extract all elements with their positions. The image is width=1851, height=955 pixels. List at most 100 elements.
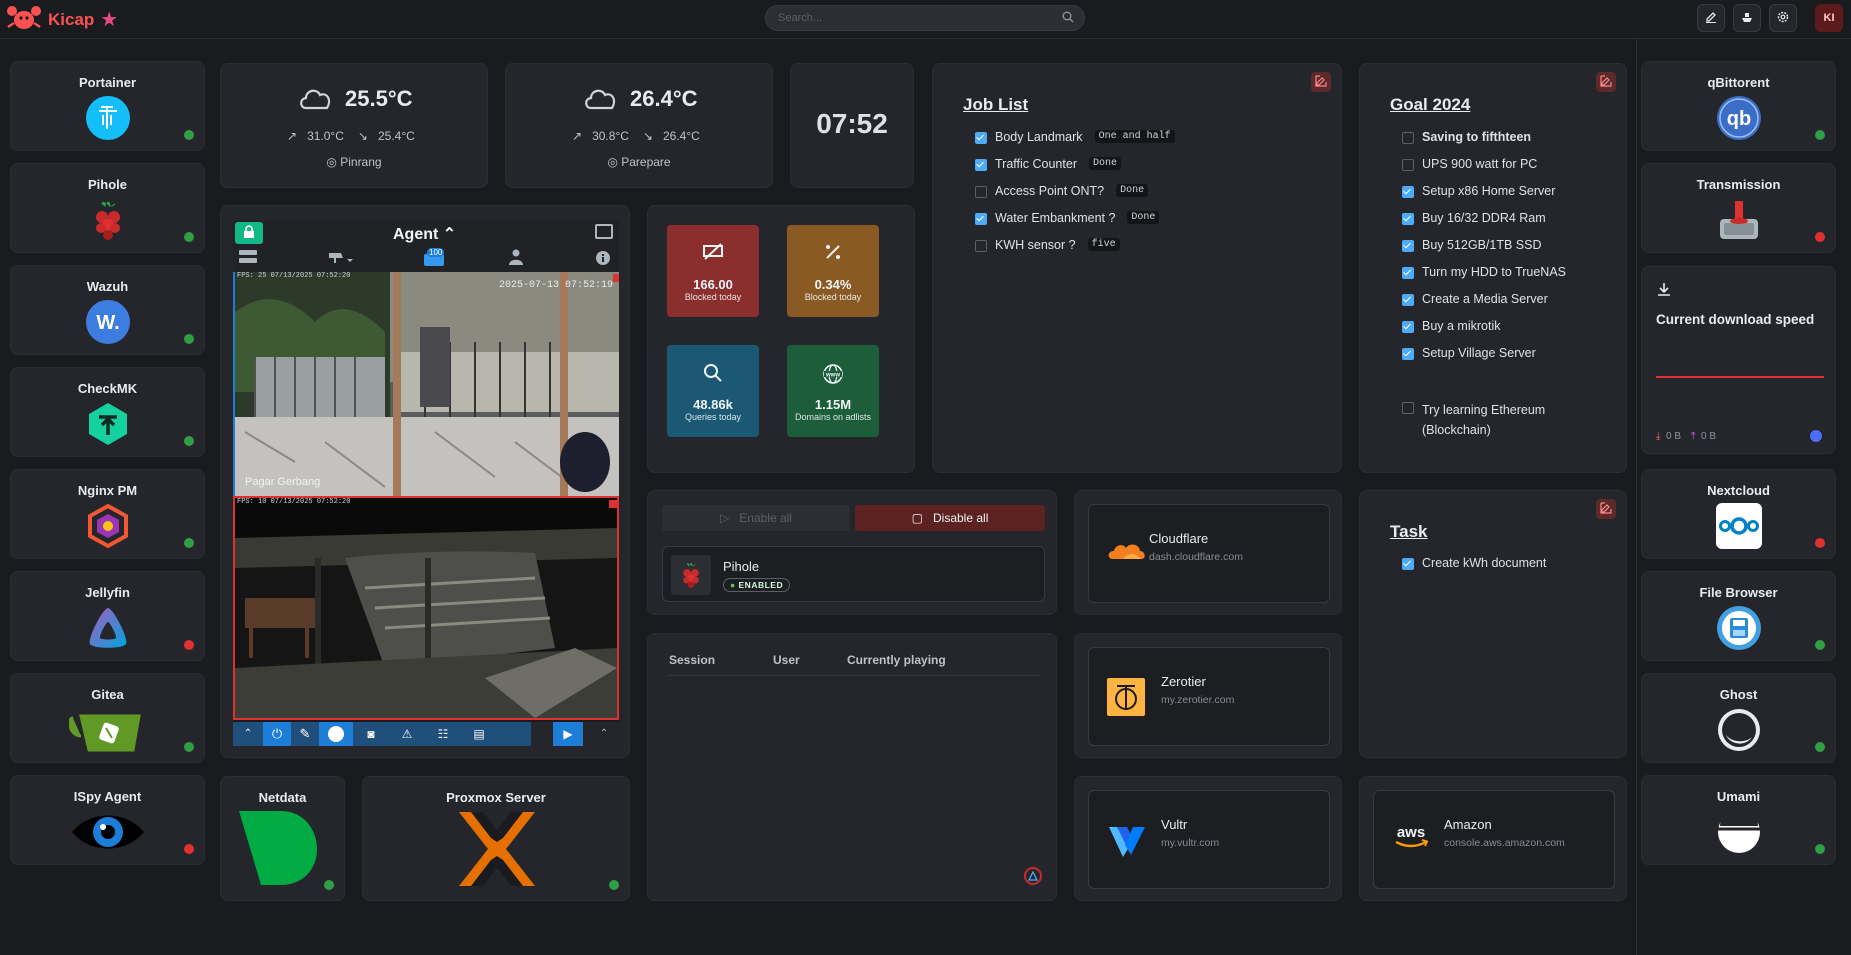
app-tile-jellyfin[interactable]: Jellyfin (10, 571, 205, 661)
todo-item[interactable]: Setup x86 Home Server (1402, 184, 1555, 198)
search-input[interactable] (776, 11, 1050, 25)
app-tile-qbittorent[interactable]: qBittorent qb (1641, 61, 1836, 151)
info-icon[interactable] (595, 250, 611, 269)
temp-low: ↘ 26.4°C (643, 129, 700, 143)
checkbox[interactable] (975, 159, 987, 171)
stat-value: 166.00 (693, 277, 733, 292)
app-tile-ispy-agent[interactable]: ISpy Agent (10, 775, 205, 865)
avatar[interactable]: KI (1815, 4, 1843, 32)
service-name: Pihole (723, 559, 760, 574)
chevron-up-icon[interactable]: ⌃ (233, 722, 263, 746)
todo-item[interactable]: Create a Media Server (1402, 292, 1548, 306)
todo-item[interactable]: Try learning Ethereum (Blockchain) (1402, 400, 1545, 440)
app-tile-transmission[interactable]: Transmission (1641, 163, 1836, 253)
settings-button[interactable] (1769, 4, 1797, 32)
todo-item[interactable]: Body Landmark One and half (975, 130, 1175, 144)
search-bar[interactable] (765, 5, 1085, 31)
raspberry-icon (84, 196, 132, 244)
agent-title-button[interactable]: Agent ⌃ (393, 224, 456, 244)
checkbox[interactable] (1402, 348, 1414, 360)
todo-item[interactable]: Buy a mikrotik (1402, 319, 1501, 333)
app-tile-checkmk[interactable]: CheckMK (10, 367, 205, 457)
snapshot-button[interactable]: ◙ (353, 722, 389, 746)
checkbox[interactable] (1402, 159, 1414, 171)
todo-item[interactable]: Water Embankment ? Done (975, 211, 1160, 225)
checkbox[interactable] (1402, 240, 1414, 252)
todo-item[interactable]: Saving to fifthteen (1402, 130, 1531, 144)
todo-item[interactable]: Turn my HDD to TrueNAS (1402, 265, 1566, 279)
checkbox[interactable] (975, 213, 987, 225)
edit-button[interactable]: ✎ (291, 722, 319, 746)
record-button[interactable] (319, 722, 353, 746)
checkbox[interactable] (1402, 321, 1414, 333)
app-tile-ghost[interactable]: Ghost (1641, 673, 1836, 763)
bookmark-amazon[interactable]: aws Amazon console.aws.amazon.com (1373, 790, 1615, 889)
todo-item[interactable]: UPS 900 watt for PC (1402, 157, 1537, 171)
todo-item[interactable]: Traffic Counter Done (975, 157, 1121, 171)
checkbox[interactable] (975, 240, 987, 252)
dns-service-row[interactable]: Pihole ● ENABLED (662, 546, 1045, 602)
todo-item[interactable]: Access Point ONT? Done (975, 184, 1149, 198)
checkbox[interactable] (1402, 558, 1414, 570)
nginx-icon (84, 502, 132, 550)
power-button[interactable]: ⏻ (263, 722, 291, 746)
bookmark-vultr[interactable]: Vultr my.vultr.com (1088, 790, 1330, 889)
city-name: Parepare (621, 155, 671, 169)
checkbox[interactable] (1402, 132, 1414, 144)
status-dot (1815, 742, 1825, 752)
app-tile-gitea[interactable]: Gitea (10, 673, 205, 763)
play-button[interactable]: ▶ (553, 722, 583, 746)
checkbox[interactable] (975, 132, 987, 144)
status-text: ENABLED (738, 580, 784, 590)
todo-item[interactable]: Buy 512GB/1TB SSD (1402, 238, 1542, 252)
app-tile-portainer[interactable]: Portainer (10, 61, 205, 151)
edit-notes-button[interactable] (1596, 72, 1616, 92)
brand[interactable]: Kicap ★ (6, 5, 118, 34)
app-tile-umami[interactable]: Umami (1641, 775, 1836, 865)
disable-all-button[interactable]: ▢ Disable all (855, 505, 1045, 531)
jellyfin-icon (84, 604, 132, 652)
todo-item[interactable]: Setup Village Server (1402, 346, 1536, 360)
todo-item[interactable]: KWH sensor ? five (975, 238, 1120, 252)
checkbox[interactable] (975, 186, 987, 198)
checkbox[interactable] (1402, 213, 1414, 225)
app-tile-netdata[interactable]: Netdata (220, 776, 345, 901)
edit-notes-button[interactable] (1311, 72, 1331, 92)
edit-mode-button[interactable] (1697, 4, 1725, 32)
alert-button[interactable]: ⚠ (389, 722, 425, 746)
todo-item[interactable]: Buy 16/32 DDR4 Ram (1402, 211, 1546, 225)
user-icon[interactable] (509, 249, 523, 268)
lock-button[interactable] (235, 222, 263, 244)
checkbox[interactable] (1402, 294, 1414, 306)
grid-icon[interactable] (239, 250, 257, 267)
bookmark-zerotier[interactable]: Zerotier my.zerotier.com (1088, 647, 1330, 746)
todo-text: Buy 512GB/1TB SSD (1422, 238, 1542, 252)
camera-feed-2[interactable]: FPS: 10 07/13/2025 07:52:20 (233, 496, 619, 720)
docker-button[interactable] (1733, 4, 1761, 32)
window-icon[interactable] (595, 224, 613, 239)
status-badge: ● ENABLED (723, 578, 791, 592)
bookmark-cloudflare[interactable]: Cloudflare dash.cloudflare.com (1088, 504, 1330, 603)
app-tile-proxmox[interactable]: Proxmox Server (362, 776, 630, 901)
app-tile-nginx-pm[interactable]: Nginx PM (10, 469, 205, 559)
stop-icon: ▢ (911, 511, 923, 525)
camera-feed-1[interactable]: FPS: 25 07/13/2025 07:52:20 2025-07-13 0… (233, 272, 619, 496)
camera-menu-icon[interactable] (327, 250, 355, 267)
todo-text-line: Try learning Ethereum (1422, 403, 1546, 417)
file-button[interactable]: ▤ (461, 722, 497, 746)
toolbar-spacer (497, 722, 531, 746)
enable-all-button[interactable]: ▷ Enable all (662, 505, 850, 531)
chevron-up-icon[interactable]: ⌃ (589, 722, 619, 746)
app-tile-file-browser[interactable]: File Browser (1641, 571, 1836, 661)
app-tile-nextcloud[interactable]: Nextcloud (1641, 469, 1836, 559)
checkbox[interactable] (1402, 402, 1414, 414)
app-tile-pihole[interactable]: Pihole (10, 163, 205, 253)
checkbox[interactable] (1402, 267, 1414, 279)
checkbox[interactable] (1402, 186, 1414, 198)
notifications-icon[interactable]: 100 (423, 248, 445, 269)
app-tile-wazuh[interactable]: Wazuh W. (10, 265, 205, 355)
checklist-button[interactable]: ☷ (425, 722, 461, 746)
todo-item[interactable]: Create kWh document (1402, 556, 1546, 570)
media-sessions-widget: Session User Currently playing (647, 633, 1057, 901)
edit-notes-button[interactable] (1596, 499, 1616, 519)
